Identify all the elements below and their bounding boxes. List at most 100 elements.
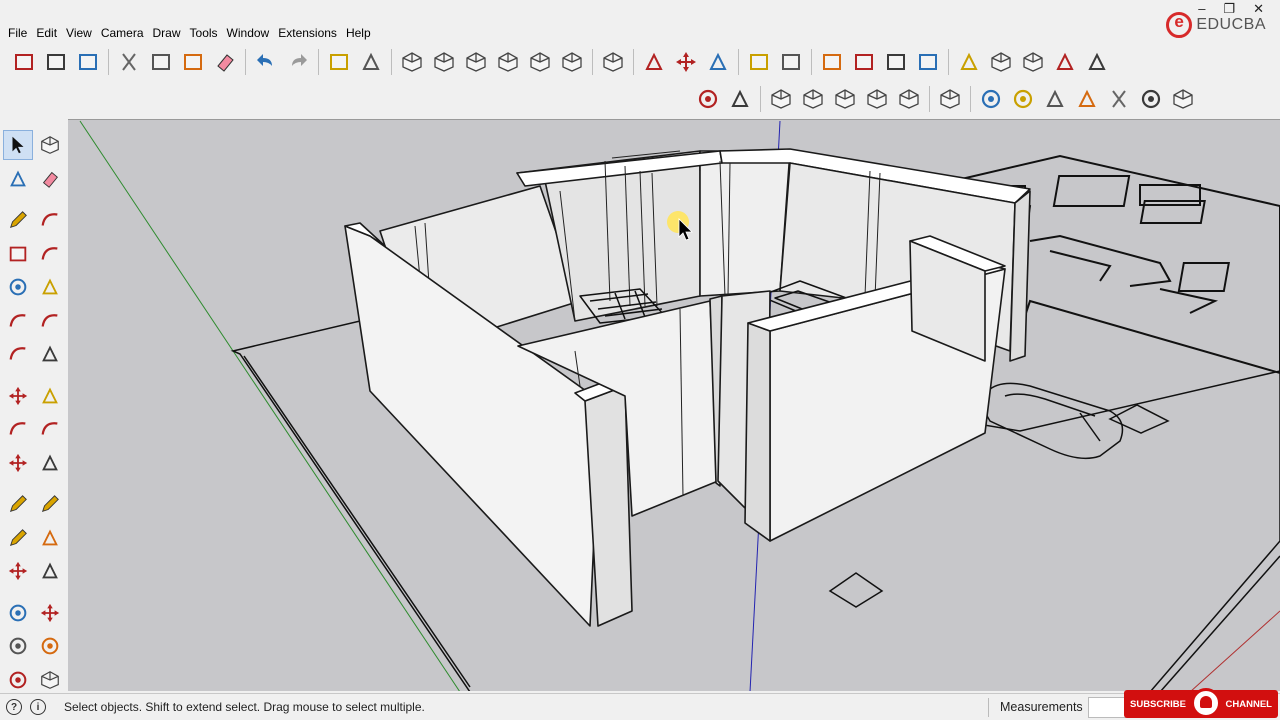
intersect-button[interactable] bbox=[724, 83, 756, 115]
teapot-button[interactable] bbox=[638, 46, 670, 78]
polygon-tool[interactable] bbox=[35, 272, 65, 302]
hand-button[interactable] bbox=[670, 46, 702, 78]
box-edit-button[interactable] bbox=[1017, 46, 1049, 78]
left-view-button[interactable] bbox=[556, 46, 588, 78]
toolbar-separator bbox=[592, 49, 593, 75]
erase-button[interactable] bbox=[209, 46, 241, 78]
offset-tool[interactable] bbox=[35, 448, 65, 478]
cube-textured-button[interactable] bbox=[861, 83, 893, 115]
menu-file[interactable]: File bbox=[6, 23, 34, 43]
cloud-button[interactable] bbox=[702, 46, 734, 78]
pie-tool[interactable] bbox=[35, 339, 65, 369]
circle-tool[interactable] bbox=[3, 272, 33, 302]
right-view-button[interactable] bbox=[492, 46, 524, 78]
educba-logo-icon bbox=[1166, 12, 1193, 38]
box-button[interactable] bbox=[985, 46, 1017, 78]
cube-wire-button[interactable] bbox=[765, 83, 797, 115]
pan-tool[interactable] bbox=[35, 598, 65, 628]
select-tool[interactable] bbox=[3, 130, 33, 160]
menu-window[interactable]: Window bbox=[225, 23, 277, 43]
dome-button[interactable] bbox=[1135, 83, 1167, 115]
push-pull-tool[interactable] bbox=[35, 381, 65, 411]
open-button[interactable] bbox=[40, 46, 72, 78]
protractor-tool[interactable] bbox=[3, 523, 33, 553]
lock-button[interactable] bbox=[912, 46, 944, 78]
redo-button[interactable] bbox=[282, 46, 314, 78]
text-tool[interactable] bbox=[35, 523, 65, 553]
freehand-tool[interactable] bbox=[35, 205, 65, 235]
menu-draw[interactable]: Draw bbox=[151, 23, 188, 43]
3d-text-tool[interactable] bbox=[35, 556, 65, 586]
paint-button[interactable] bbox=[1081, 46, 1113, 78]
menu-edit[interactable]: Edit bbox=[34, 23, 64, 43]
model-info-button[interactable] bbox=[355, 46, 387, 78]
style-button[interactable] bbox=[848, 46, 880, 78]
scale-tool[interactable] bbox=[3, 448, 33, 478]
make-component-tool[interactable] bbox=[35, 130, 65, 160]
shadow-button[interactable] bbox=[880, 46, 912, 78]
paint-bucket-tool[interactable] bbox=[3, 164, 33, 194]
move-icon bbox=[8, 386, 28, 405]
cube-grey-button[interactable] bbox=[1167, 83, 1199, 115]
copy-button[interactable] bbox=[145, 46, 177, 78]
two-point-arc-tool[interactable] bbox=[35, 306, 65, 336]
eraser-tool[interactable] bbox=[35, 164, 65, 194]
new-button[interactable] bbox=[8, 46, 40, 78]
menu-view[interactable]: View bbox=[64, 23, 99, 43]
ruby-button[interactable] bbox=[953, 46, 985, 78]
minimize-button[interactable]: – bbox=[1198, 1, 1205, 17]
menu-camera[interactable]: Camera bbox=[99, 23, 151, 43]
front-view-button[interactable] bbox=[460, 46, 492, 78]
three-point-arc-tool[interactable] bbox=[3, 339, 33, 369]
lamp-button[interactable] bbox=[1071, 83, 1103, 115]
menu-help[interactable]: Help bbox=[344, 23, 378, 43]
print-button[interactable] bbox=[323, 46, 355, 78]
model-viewport[interactable] bbox=[68, 119, 1280, 691]
circle-sun-button[interactable] bbox=[1007, 83, 1039, 115]
components-button[interactable] bbox=[597, 46, 629, 78]
sun-button[interactable] bbox=[975, 83, 1007, 115]
window-button[interactable] bbox=[816, 46, 848, 78]
dimension-tool[interactable] bbox=[35, 489, 65, 519]
back-view-button[interactable] bbox=[524, 46, 556, 78]
cube-hidden-button[interactable] bbox=[797, 83, 829, 115]
subscribe-channel-badge[interactable]: SUBSCRIBE CHANNEL bbox=[1124, 688, 1278, 718]
rectangle-tool[interactable] bbox=[3, 239, 33, 269]
paste-button[interactable] bbox=[177, 46, 209, 78]
tape-measure-tool[interactable] bbox=[3, 489, 33, 519]
menu-extensions[interactable]: Extensions bbox=[276, 23, 344, 43]
previous-view-tool[interactable] bbox=[35, 665, 65, 695]
view-cursor-button[interactable] bbox=[934, 83, 966, 115]
move-tool[interactable] bbox=[3, 381, 33, 411]
top-view-button[interactable] bbox=[428, 46, 460, 78]
section-plane-button[interactable] bbox=[743, 46, 775, 78]
sparkle-button[interactable] bbox=[1103, 83, 1135, 115]
save-button[interactable] bbox=[72, 46, 104, 78]
zoom-tool[interactable] bbox=[3, 631, 33, 661]
cube-shaded-button[interactable] bbox=[829, 83, 861, 115]
pencil-tool[interactable] bbox=[3, 205, 33, 235]
arc-tool[interactable] bbox=[3, 306, 33, 336]
cut-button[interactable] bbox=[113, 46, 145, 78]
cone-button[interactable] bbox=[1039, 83, 1071, 115]
measurements-input[interactable] bbox=[1088, 697, 1128, 718]
rotate-tool[interactable] bbox=[3, 414, 33, 444]
status-icons: ? i bbox=[0, 699, 46, 715]
geo-location-icon[interactable]: ? bbox=[6, 699, 22, 715]
iso-view-button[interactable] bbox=[396, 46, 428, 78]
zoom-window-tool[interactable] bbox=[35, 631, 65, 661]
section-fill-button[interactable] bbox=[775, 46, 807, 78]
undo-button[interactable] bbox=[250, 46, 282, 78]
rotated-rectangle-tool[interactable] bbox=[35, 239, 65, 269]
restore-button[interactable]: ❐ bbox=[1223, 1, 1235, 17]
plant-button[interactable] bbox=[1049, 46, 1081, 78]
info-icon[interactable]: i bbox=[30, 699, 46, 715]
axes-tool[interactable] bbox=[3, 556, 33, 586]
cube-mono-button[interactable] bbox=[893, 83, 925, 115]
follow-me-tool[interactable] bbox=[35, 414, 65, 444]
close-button[interactable]: ✕ bbox=[1253, 1, 1264, 17]
sphere-button[interactable] bbox=[692, 83, 724, 115]
orbit-tool[interactable] bbox=[3, 598, 33, 628]
zoom-extents-tool[interactable] bbox=[3, 665, 33, 695]
menu-tools[interactable]: Tools bbox=[188, 23, 225, 43]
